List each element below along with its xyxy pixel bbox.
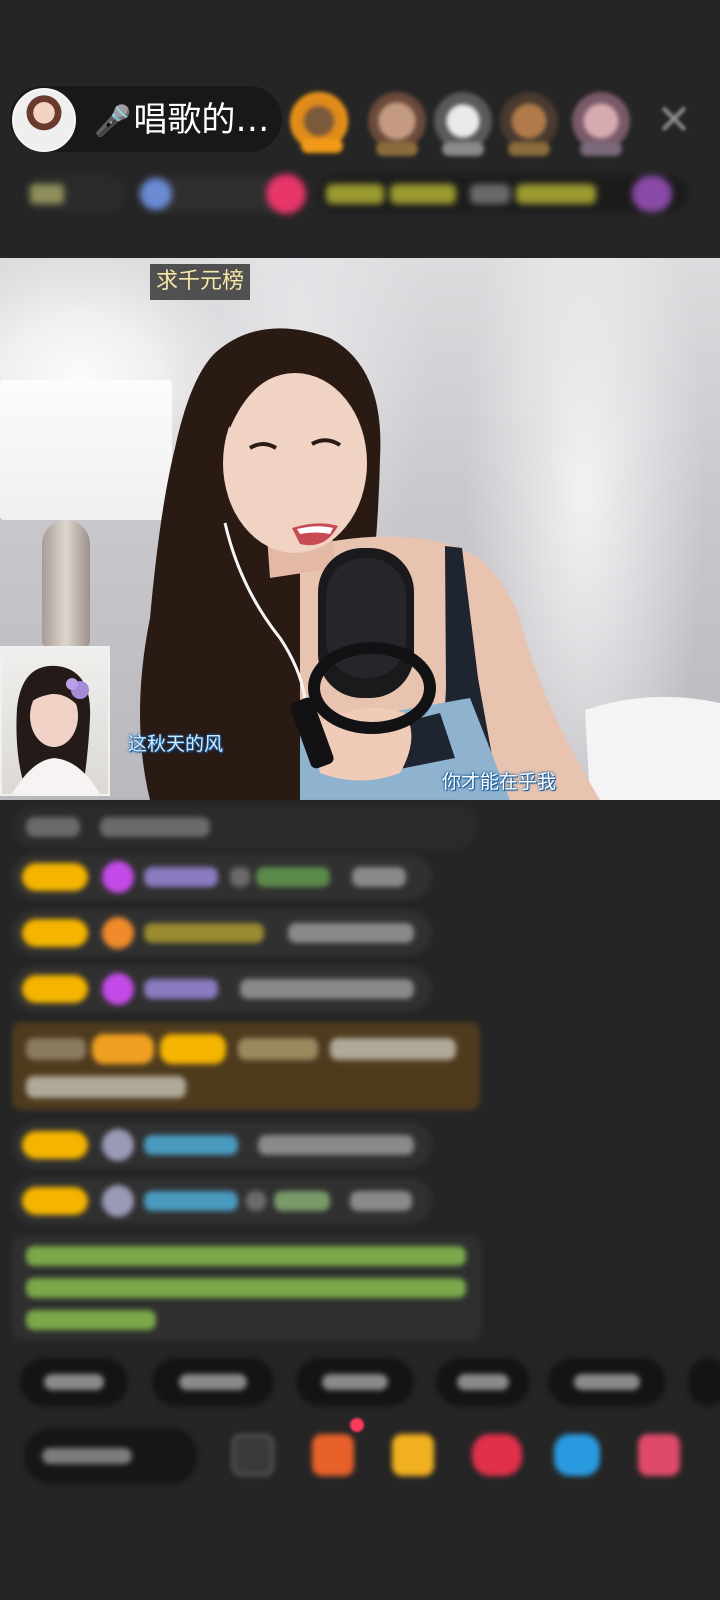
microphone-icon: 🎤 [94,104,132,139]
top-viewer-avatar[interactable] [290,92,348,153]
system-notice [12,1236,482,1340]
comment-input[interactable] [24,1428,198,1484]
treasure-icon[interactable] [392,1434,434,1476]
close-icon[interactable]: ✕ [652,96,696,144]
live-stream-page: 🎤唱歌的… ✕ 求千元榜 这秋天的风 你才能在乎我 [0,0,720,1600]
lyric-line-left: 这秋天的风 [128,733,224,755]
chat-message [12,910,432,956]
present-icon[interactable] [638,1434,680,1476]
guest-video-window[interactable] [0,646,110,796]
chat-message [12,1122,432,1168]
quick-comment-bar[interactable] [0,1354,720,1410]
host-avatar[interactable] [12,88,76,152]
top-viewer-avatar[interactable] [572,92,630,156]
quick-comment-chip[interactable] [548,1358,666,1406]
stream-info-strip [0,170,720,218]
host-name[interactable]: 🎤唱歌的… [94,98,280,144]
guest-figure [12,665,100,794]
top-viewer-avatar[interactable] [434,92,492,156]
chat-message [12,854,432,900]
gift-box-icon[interactable] [312,1434,354,1476]
notification-dot [350,1418,364,1432]
quick-comment-chip[interactable] [688,1358,720,1406]
rank-badge: 求千元榜 [150,264,251,300]
gift-message [12,1022,480,1110]
quick-comment-chip[interactable] [20,1358,128,1406]
live-video[interactable]: 求千元榜 这秋天的风 你才能在乎我 [0,258,720,800]
top-viewer-avatar[interactable] [500,92,558,156]
game-icon[interactable] [554,1434,600,1476]
heart-gift-icon[interactable] [472,1434,522,1476]
chat-list[interactable] [0,800,720,1360]
chat-message [12,966,432,1012]
top-viewer-avatar[interactable] [368,92,426,156]
quick-comment-chip[interactable] [152,1358,274,1406]
chat-message [12,1178,432,1224]
chat-message [12,804,478,850]
bottom-toolbar [0,1424,720,1494]
lyric-line-right: 你才能在乎我 [442,771,557,793]
quick-comment-chip[interactable] [296,1358,414,1406]
quick-comment-chip[interactable] [436,1358,530,1406]
more-icon[interactable] [232,1434,274,1476]
host-name-label: 唱歌的… [133,100,270,140]
